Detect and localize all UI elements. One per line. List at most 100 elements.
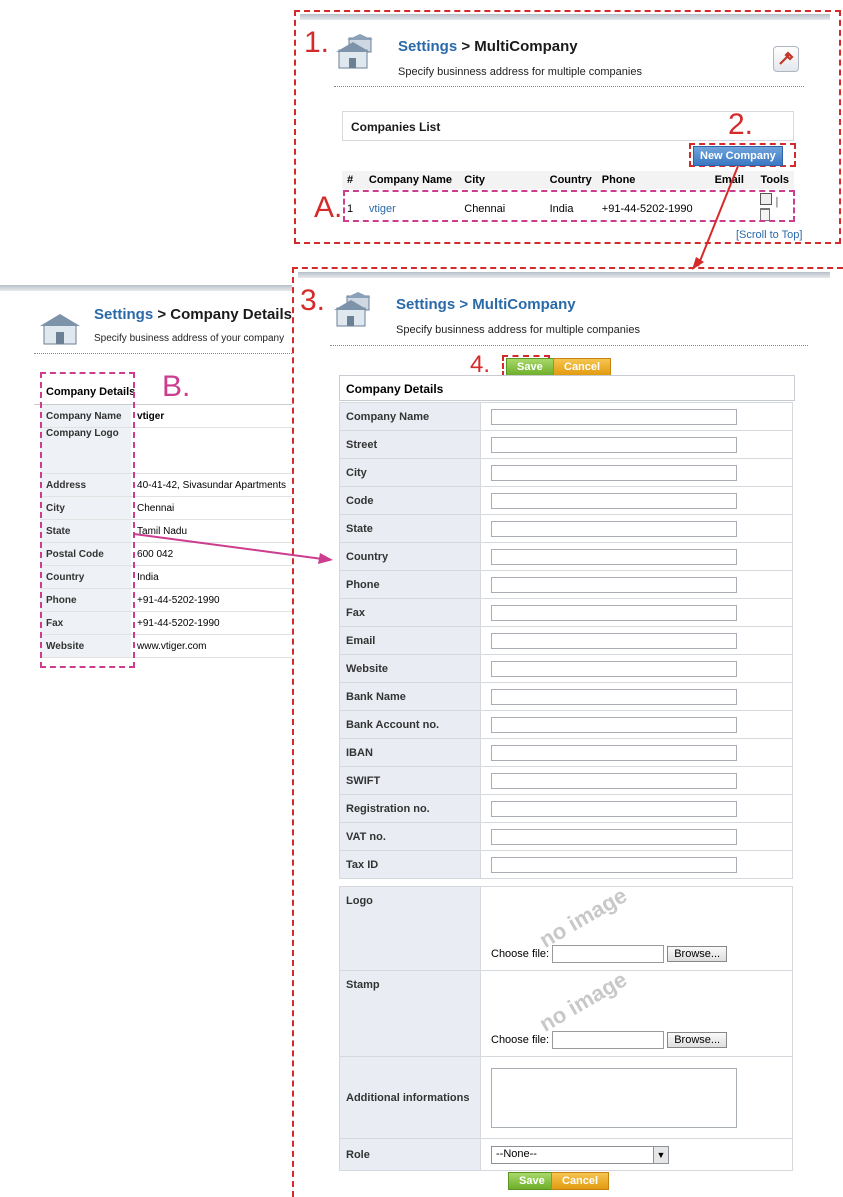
additional-cell [480, 1056, 793, 1139]
stamp-cell: no image Choose file: Browse... [480, 967, 793, 1057]
text-input[interactable] [491, 632, 737, 649]
field-cell [480, 850, 793, 879]
field-label: City [339, 458, 481, 487]
company-form-extra: Logo no image Choose file: Browse... Sta… [339, 883, 793, 1171]
form-row: Country [339, 542, 793, 571]
field-cell [480, 682, 793, 711]
save-button-top[interactable]: Save [506, 358, 554, 376]
field-label: SWIFT [339, 766, 481, 795]
field-cell [480, 514, 793, 543]
stamp-label: Stamp [339, 970, 481, 1057]
form-row: Registration no. [339, 794, 793, 823]
form-top-bar [298, 272, 830, 278]
building-icon-form [334, 292, 371, 327]
text-input[interactable] [491, 576, 737, 593]
field-cell [480, 710, 793, 739]
field-label: VAT no. [339, 822, 481, 851]
text-input[interactable] [491, 464, 737, 481]
form-row: Website [339, 654, 793, 683]
form-divider [330, 345, 808, 346]
field-cell [480, 542, 793, 571]
role-select[interactable]: --None-- ▼ [491, 1145, 669, 1164]
field-label: Website [339, 654, 481, 683]
field-cell [480, 654, 793, 683]
field-cell [480, 598, 793, 627]
field-cell [480, 570, 793, 599]
field-label: Country [339, 542, 481, 571]
text-input[interactable] [491, 408, 737, 425]
text-input[interactable] [491, 716, 737, 733]
additional-textarea[interactable] [491, 1067, 737, 1128]
logo-row: Logo no image Choose file: Browse... [339, 883, 793, 971]
form-row: Fax [339, 598, 793, 627]
text-input[interactable] [491, 520, 737, 537]
additional-label: Additional informations [339, 1056, 481, 1139]
field-label: Phone [339, 570, 481, 599]
form-row: IBAN [339, 738, 793, 767]
step-4-label: 4. [470, 351, 491, 378]
field-cell [480, 766, 793, 795]
text-input[interactable] [491, 744, 737, 761]
no-image-placeholder-stamp: no image [534, 966, 632, 1037]
field-cell [480, 738, 793, 767]
role-cell: --None-- ▼ [480, 1138, 793, 1171]
text-input[interactable] [491, 604, 737, 621]
logo-browse-button[interactable]: Browse... [667, 946, 728, 962]
cancel-button-bottom[interactable]: Cancel [551, 1172, 610, 1190]
field-cell [480, 626, 793, 655]
text-input[interactable] [491, 800, 737, 817]
text-input[interactable] [491, 828, 737, 845]
form-row: City [339, 458, 793, 487]
role-label: Role [339, 1138, 481, 1171]
form-row: State [339, 514, 793, 543]
field-cell [480, 486, 793, 515]
form-row: Company Name [339, 402, 793, 431]
field-label: Bank Name [339, 682, 481, 711]
form-row: Bank Account no. [339, 710, 793, 739]
text-input[interactable] [491, 856, 737, 873]
form-row: SWIFT [339, 766, 793, 795]
field-label: Bank Account no. [339, 710, 481, 739]
field-label: Registration no. [339, 794, 481, 823]
field-label: Fax [339, 598, 481, 627]
form-title: Settings > MultiCompany [396, 296, 576, 313]
text-input[interactable] [491, 492, 737, 509]
stamp-browse-button[interactable]: Browse... [667, 1032, 728, 1048]
dropdown-arrow-icon[interactable]: ▼ [653, 1146, 668, 1163]
logo-file-input[interactable] [552, 945, 665, 963]
field-cell [480, 458, 793, 487]
form-row: Street [339, 430, 793, 459]
form-header: Company Details [339, 375, 795, 401]
logo-file-chooser: Choose file: Browse... [491, 945, 728, 963]
field-cell [480, 794, 793, 823]
text-input[interactable] [491, 688, 737, 705]
field-label: Code [339, 486, 481, 515]
stamp-row: Stamp no image Choose file: Browse... [339, 967, 793, 1057]
form-row: Tax ID [339, 850, 793, 879]
field-label: IBAN [339, 738, 481, 767]
logo-cell: no image Choose file: Browse... [480, 883, 793, 971]
logo-label: Logo [339, 886, 481, 971]
text-input[interactable] [491, 772, 737, 789]
cancel-button-top[interactable]: Cancel [553, 358, 612, 376]
form-settings-link[interactable]: Settings [396, 296, 455, 313]
no-image-placeholder: no image [534, 882, 632, 953]
stamp-file-input[interactable] [552, 1031, 665, 1049]
field-label: Tax ID [339, 850, 481, 879]
role-row: Role --None-- ▼ [339, 1138, 793, 1171]
field-label: Company Name [339, 402, 481, 431]
text-input[interactable] [491, 548, 737, 565]
field-label: Street [339, 430, 481, 459]
step-3-label: 3. [300, 284, 326, 317]
form-row: Code [339, 486, 793, 515]
form-subtitle: Specify businness address for multiple c… [396, 324, 640, 336]
text-input[interactable] [491, 436, 737, 453]
field-label: Email [339, 626, 481, 655]
company-form-table: Company Name Street City Code State Country Ph… [339, 402, 793, 879]
form-row: Email [339, 626, 793, 655]
text-input[interactable] [491, 660, 737, 677]
field-cell [480, 822, 793, 851]
form-row: VAT no. [339, 822, 793, 851]
field-cell [480, 402, 793, 431]
save-button-bottom[interactable]: Save [508, 1172, 556, 1190]
